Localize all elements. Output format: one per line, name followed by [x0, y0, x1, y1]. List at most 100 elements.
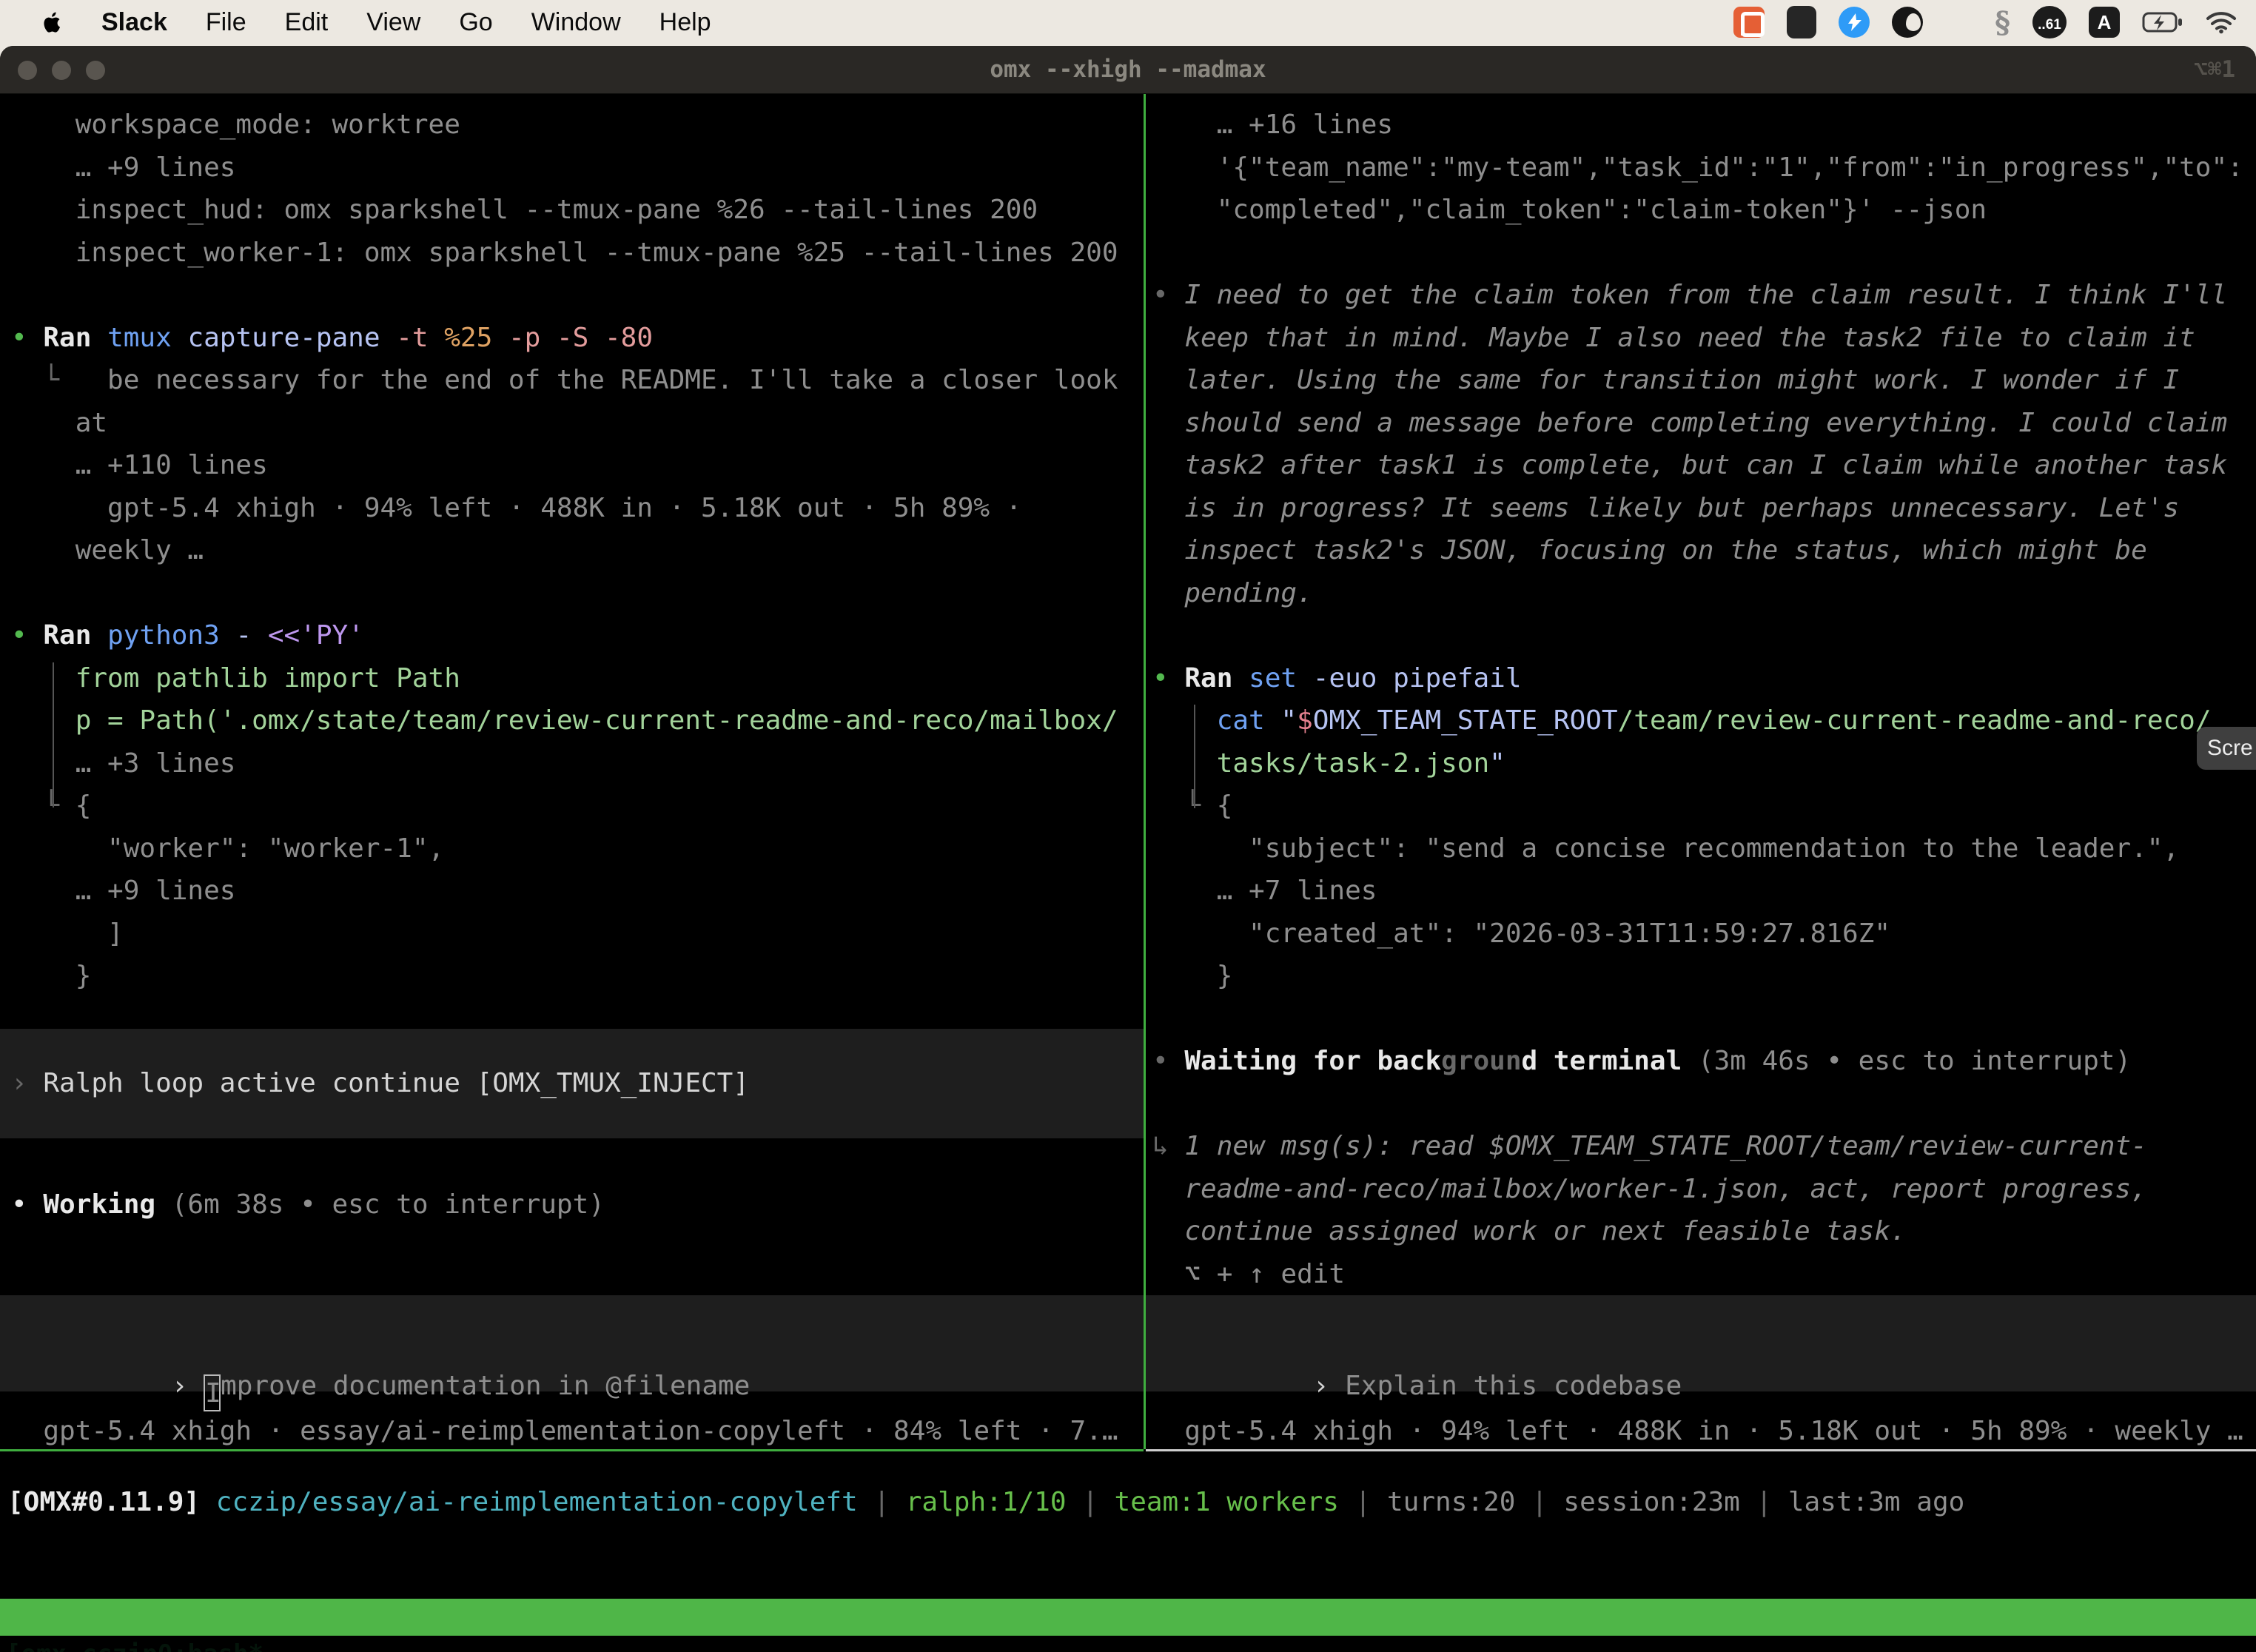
keyboard-icon[interactable]	[1787, 6, 1816, 38]
terminal-row: pending.	[1152, 572, 2256, 615]
terminal-row: … +9 lines	[11, 147, 1144, 189]
text-segment: •	[1152, 280, 1184, 310]
menu-bar: Slack File Edit View Go Window Help § ..…	[0, 0, 2256, 44]
window-titlebar[interactable]: omx --xhigh --madmax ⌥⌘1	[0, 46, 2256, 94]
terminal-row: at	[11, 402, 1144, 445]
text-segment: Ran	[43, 323, 107, 353]
code-block-guide-line	[53, 662, 54, 807]
text-segment: inspect task2's JSON, focusing on the st…	[1152, 535, 2147, 565]
terminal-row: • Waiting for background terminal (3m 46…	[1152, 1040, 2256, 1083]
text-segment: }	[1152, 961, 1232, 991]
scrollback: … +16 lines '{"team_name":"my-team","tas…	[1146, 104, 2256, 1295]
text-segment: Ran	[1184, 663, 1249, 694]
terminal-row: }	[1152, 955, 2256, 998]
pane-leader-agent[interactable]: workspace_mode: worktree … +9 lines insp…	[0, 94, 1144, 1449]
text-segment: … +7 lines	[1152, 876, 1377, 906]
terminal-row	[11, 572, 1144, 615]
text-segment: -80	[605, 323, 653, 353]
count-badge[interactable]: ..61	[2032, 6, 2067, 38]
crescent-icon[interactable]	[1892, 7, 1923, 38]
text-segment: |	[1339, 1487, 1387, 1517]
terminal-row: weekly …	[11, 529, 1144, 572]
terminal-row	[1152, 1083, 2256, 1126]
text-segment: "subject": "send a concise recommendatio…	[1152, 833, 2179, 864]
text-segment: [OMX#0.11.9]	[7, 1487, 216, 1517]
working-status-row: • Working (6m 38s • esc to interrupt)	[11, 1183, 1144, 1226]
text-segment: "worker": "worker-1",	[11, 833, 444, 864]
apple-menu-icon[interactable]	[43, 11, 63, 34]
text-segment: ]	[11, 919, 124, 949]
text-segment: tmux	[107, 323, 187, 353]
menu-item[interactable]: View	[366, 8, 420, 37]
text-segment: weekly …	[11, 535, 204, 565]
terminal-row: ⌥ + ↑ edit	[1152, 1253, 2256, 1296]
squiggle-icon[interactable]: §	[1995, 5, 2010, 40]
menu-item[interactable]: Edit	[285, 8, 329, 37]
terminal-row	[1152, 232, 2256, 275]
bolt-icon[interactable]	[1839, 7, 1870, 38]
terminal-row: later. Using the same for transition mig…	[1152, 359, 2256, 402]
text-segment: •	[11, 1189, 43, 1220]
text-segment: tasks/task-2.json	[1217, 748, 1489, 779]
terminal-row: gpt-5.4 xhigh · 94% left · 488K in · 5.1…	[11, 487, 1144, 530]
wifi-icon[interactable]	[2206, 10, 2237, 34]
terminal-row: "completed","claim_token":"claim-token"}…	[1152, 189, 2256, 232]
pane-worker-agent[interactable]: … +16 lines '{"team_name":"my-team","tas…	[1146, 94, 2256, 1449]
text-segment: -S	[557, 323, 605, 353]
text-segment: ›	[11, 1068, 43, 1098]
terminal-row: keep that in mind. Maybe I also need the…	[1152, 317, 2256, 360]
omx-status-line: [OMX#0.11.9] cczip/essay/ai-reimplementa…	[7, 1481, 2256, 1524]
screen-share-icon[interactable]	[1733, 7, 1765, 38]
prompt-input[interactable]: › Improve documentation in @filename	[0, 1295, 1144, 1391]
terminal-row: '{"team_name":"my-team","task_id":"1","f…	[1152, 147, 2256, 189]
input-placeholder: Explain this codebase	[1345, 1371, 1682, 1401]
menu-item[interactable]: File	[206, 8, 246, 37]
text-segment: |	[1515, 1487, 1563, 1517]
pane-hud[interactable]: [OMX#0.11.9] cczip/essay/ai-reimplementa…	[0, 1451, 2256, 1652]
text-segment: groun	[1441, 1046, 1521, 1076]
terminal-row: • Ran python3 - <<'PY'	[11, 614, 1144, 657]
text-segment: Ralph loop active continue [OMX_TMUX_INJ…	[43, 1068, 749, 1098]
code-block-guide-line	[1194, 705, 1195, 808]
text-segment: (6m 38s • esc to interrupt)	[155, 1189, 605, 1220]
text-segment: last:3m ago	[1788, 1487, 1964, 1517]
text-segment: should send a message before completing …	[1152, 408, 2227, 438]
terminal-row: tasks/task-2.json"	[1152, 742, 2256, 785]
text-segment: team:1 workers	[1115, 1487, 1339, 1517]
terminal-row: └ {	[1152, 785, 2256, 827]
terminal-row: inspect task2's JSON, focusing on the st…	[1152, 529, 2256, 572]
scrollback: workspace_mode: worktree … +9 lines insp…	[0, 104, 1144, 998]
text-segment: <<'PY'	[268, 620, 364, 651]
text-segment: |	[1067, 1487, 1115, 1517]
terminal-row: • Ran set -euo pipefail	[1152, 657, 2256, 700]
menu-item[interactable]: Window	[531, 8, 621, 37]
terminal-row	[1152, 998, 2256, 1041]
text-segment: 1 new msg(s): read $OMX_TEAM_STATE_ROOT/…	[1184, 1131, 2146, 1161]
input-source-icon[interactable]: A	[2089, 7, 2120, 38]
text-segment: •	[1152, 1046, 1184, 1076]
app-menu-slack[interactable]: Slack	[101, 8, 167, 37]
text-segment: Waiting for back	[1184, 1046, 1441, 1076]
tmux-session-window[interactable]: [omx-cczip0:bash*	[6, 1636, 263, 1652]
menu-item[interactable]: Help	[659, 8, 711, 37]
terminal-row: … +7 lines	[1152, 870, 2256, 913]
terminal-row: … +110 lines	[11, 444, 1144, 487]
terminal-row: … +16 lines	[1152, 104, 2256, 147]
text-segment: |	[1740, 1487, 1788, 1517]
terminal-row: is in progress? It seems likely but perh…	[1152, 487, 2256, 530]
battery-icon[interactable]	[2142, 11, 2183, 33]
terminal-row: }	[11, 955, 1144, 998]
grid-icon[interactable]	[1945, 9, 1973, 36]
screenshot-toast: Scre	[2197, 727, 2256, 770]
text-segment: }	[11, 961, 91, 991]
prompt-input[interactable]: › Explain this codebase	[1146, 1295, 2256, 1391]
terminal-row: └ be necessary for the end of the README…	[11, 359, 1144, 402]
text-segment: |	[858, 1487, 906, 1517]
menu-item[interactable]: Go	[459, 8, 492, 37]
terminal-content: workspace_mode: worktree … +9 lines insp…	[0, 94, 2256, 1652]
text-segment: readme-and-reco/mailbox/worker-1.json, a…	[1152, 1174, 2147, 1204]
text-segment: └	[11, 790, 75, 821]
text-segment: … +9 lines	[11, 876, 235, 906]
text-segment: cczip/essay/ai-reimplementation-copyleft	[216, 1487, 858, 1517]
text-segment: "completed","claim_token":"claim-token"}…	[1152, 195, 1987, 225]
